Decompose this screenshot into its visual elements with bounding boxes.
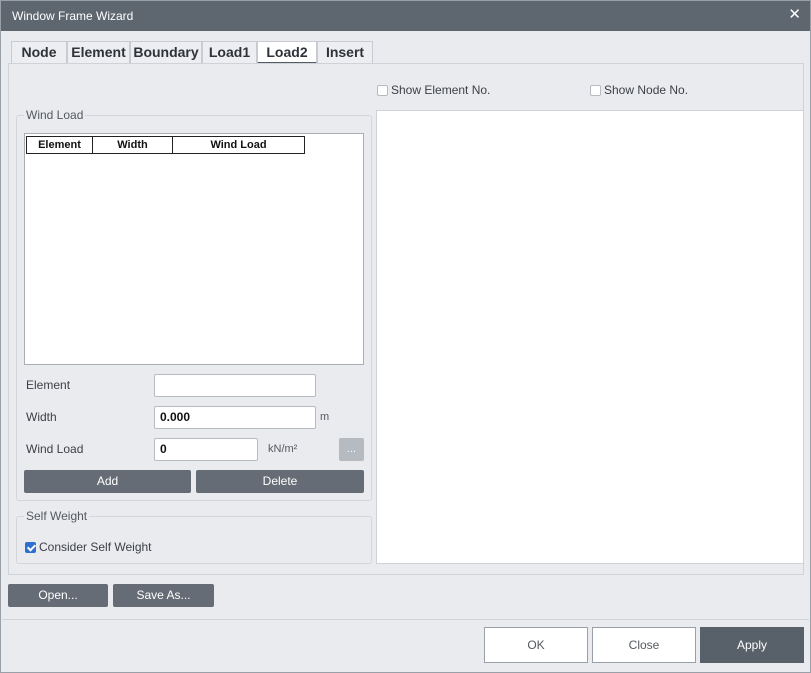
width-unit: m xyxy=(320,411,330,423)
wind-load-unit: kN/m² xyxy=(268,443,298,455)
column-header-width[interactable]: Width xyxy=(93,136,173,154)
tab-element[interactable]: Element xyxy=(67,41,130,63)
apply-button[interactable]: Apply xyxy=(700,627,804,663)
dialog-window: Window Frame Wizard ✕ Node Element Bound… xyxy=(0,0,811,673)
self-weight-group-label: Self Weight xyxy=(24,509,90,523)
title-bar: Window Frame Wizard ✕ xyxy=(1,1,810,31)
wind-load-label: Wind Load xyxy=(26,442,84,456)
width-field[interactable]: 0.000 xyxy=(154,406,316,429)
checkbox-unchecked-icon[interactable] xyxy=(590,84,601,96)
wind-load-group-label: Wind Load xyxy=(24,108,86,122)
model-view-canvas[interactable] xyxy=(376,110,804,564)
wind-load-browse-button[interactable]: ... xyxy=(339,438,364,461)
consider-self-weight-label: Consider Self Weight xyxy=(39,540,152,554)
consider-self-weight-checkbox[interactable]: Consider Self Weight xyxy=(25,540,152,554)
wind-load-table[interactable]: Element Width Wind Load xyxy=(24,133,364,365)
show-element-no-label: Show Element No. xyxy=(391,83,491,97)
footer-divider xyxy=(2,619,809,620)
tab-boundary[interactable]: Boundary xyxy=(130,41,202,63)
add-button[interactable]: Add xyxy=(24,470,191,493)
show-node-no-checkbox[interactable]: Show Node No. xyxy=(590,83,688,97)
column-header-wind-load[interactable]: Wind Load xyxy=(173,136,305,154)
column-header-element[interactable]: Element xyxy=(26,136,93,154)
open-button[interactable]: Open... xyxy=(8,584,108,607)
close-icon[interactable]: ✕ xyxy=(788,6,801,24)
checkbox-checked-icon[interactable] xyxy=(25,541,36,553)
tab-load1[interactable]: Load1 xyxy=(202,41,257,63)
checkbox-unchecked-icon[interactable] xyxy=(377,84,388,96)
wind-load-field[interactable]: 0 xyxy=(154,438,258,461)
element-label: Element xyxy=(26,378,71,392)
ok-button[interactable]: OK xyxy=(484,627,588,663)
tab-insert[interactable]: Insert xyxy=(317,41,373,63)
element-field[interactable] xyxy=(154,374,316,397)
show-element-no-checkbox[interactable]: Show Element No. xyxy=(377,83,490,97)
window-title: Window Frame Wizard xyxy=(12,9,134,23)
tab-node[interactable]: Node xyxy=(11,41,67,63)
save-as-button[interactable]: Save As... xyxy=(113,584,214,607)
table-header: Element Width Wind Load xyxy=(26,136,305,154)
delete-button[interactable]: Delete xyxy=(196,470,364,493)
width-label: Width xyxy=(26,410,57,424)
show-node-no-label: Show Node No. xyxy=(604,83,689,97)
close-button[interactable]: Close xyxy=(592,627,696,663)
tab-load2[interactable]: Load2 xyxy=(257,41,317,64)
